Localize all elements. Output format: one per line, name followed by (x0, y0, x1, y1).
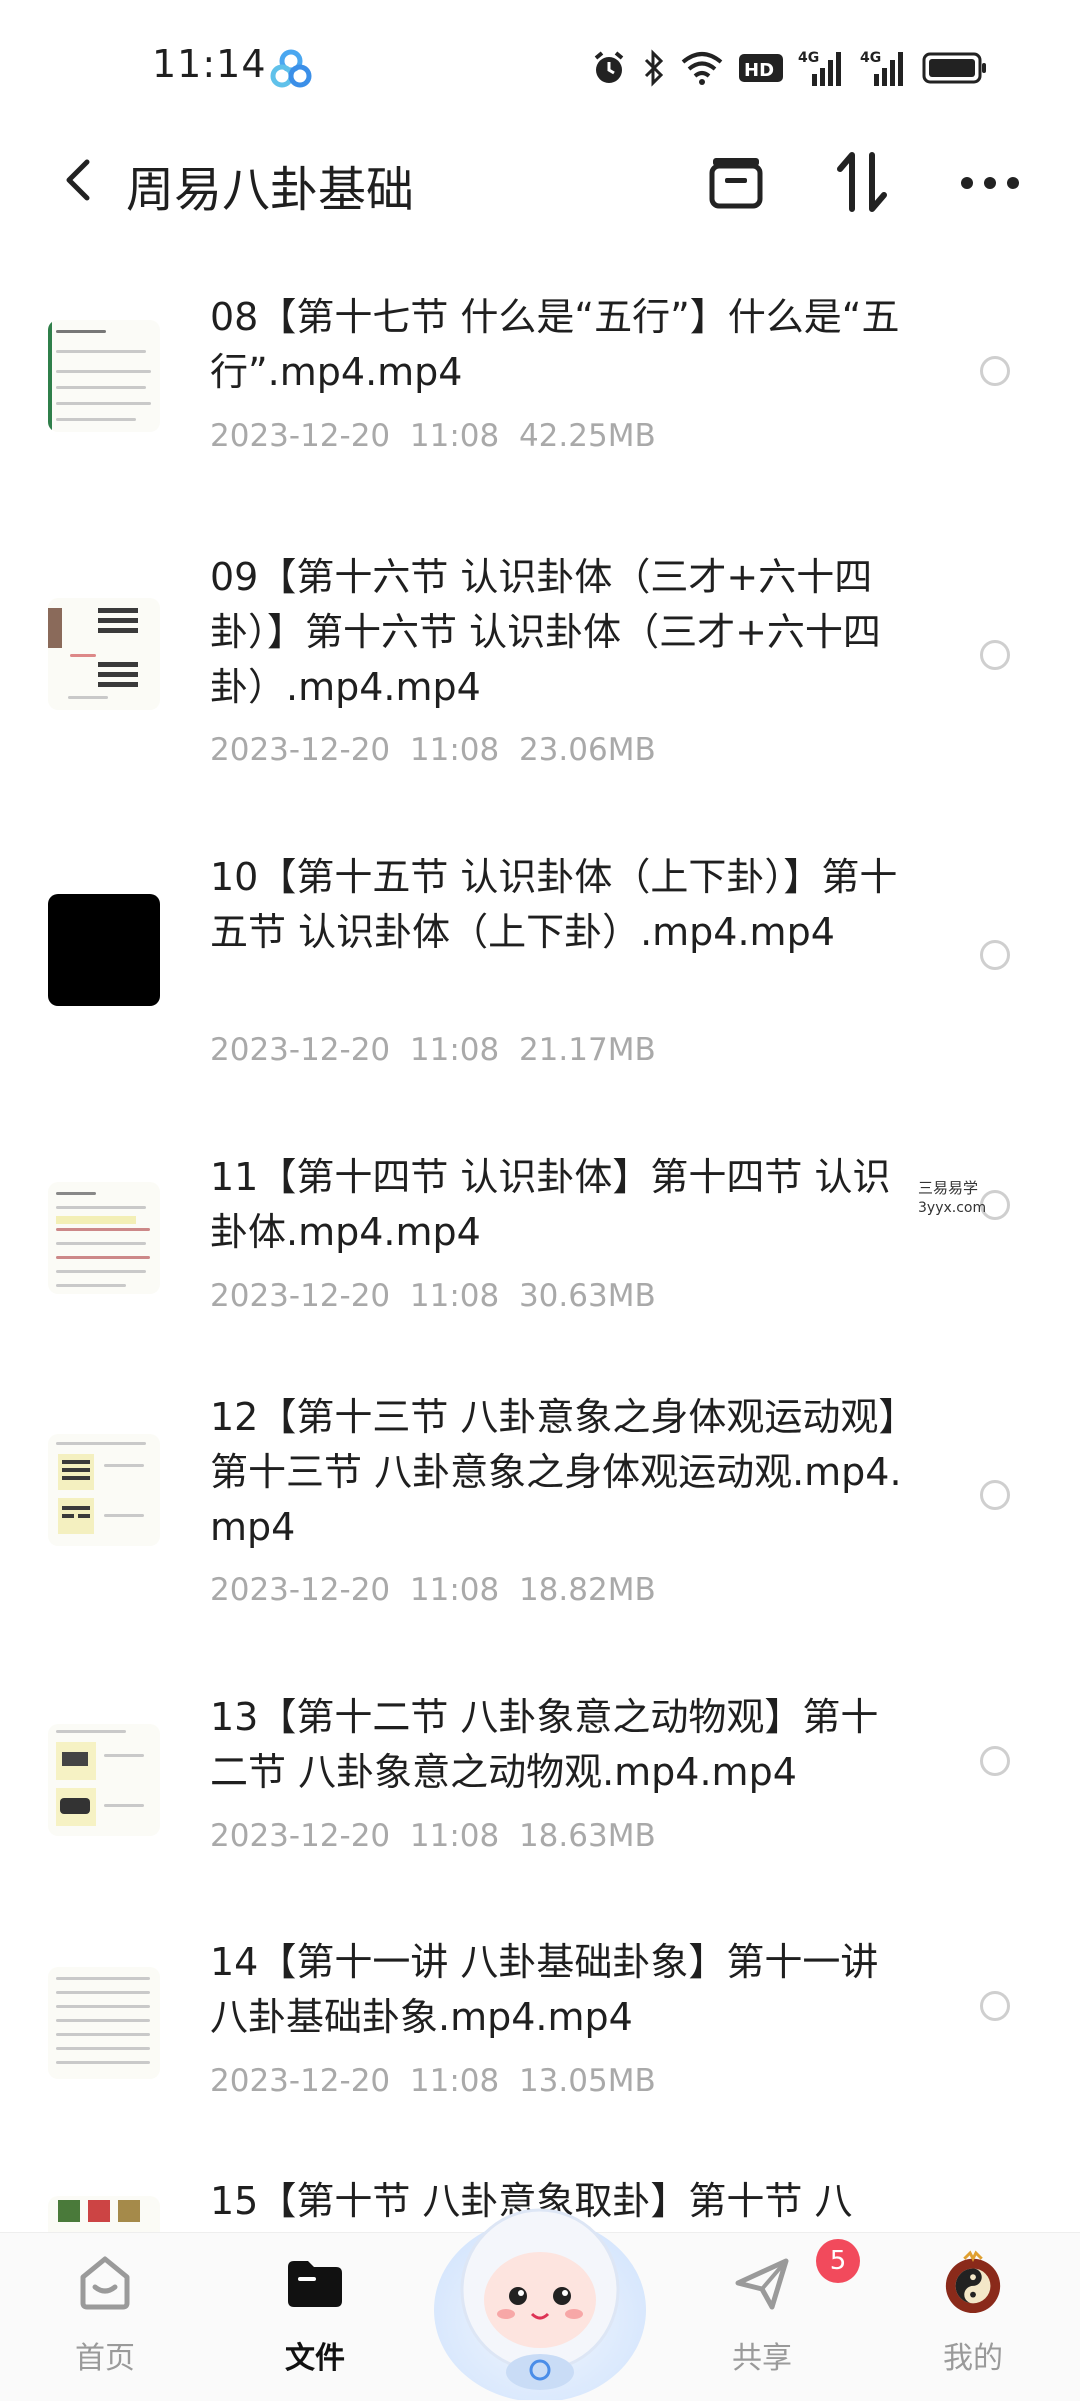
select-radio[interactable] (980, 1991, 1010, 2021)
cloud-app-icon (270, 48, 312, 90)
select-radio[interactable] (980, 640, 1010, 670)
select-box-icon (707, 154, 765, 214)
file-time: 11:08 (409, 1818, 500, 1854)
file-date: 2023-12-20 (210, 418, 391, 454)
sort-icon (836, 151, 888, 217)
file-date: 2023-12-20 (210, 732, 391, 768)
nav-mine[interactable]: 我的 (903, 2250, 1043, 2377)
more-icon (960, 175, 1020, 194)
more-button[interactable] (954, 148, 1026, 220)
signal-4g-icon: 4G (860, 48, 908, 88)
status-time: 11:14 (152, 42, 267, 86)
nav-share[interactable]: 5 共享 (692, 2239, 860, 2377)
file-name: 13【第十二节 八卦象意之动物观】第十二节 八卦象意之动物观.mp4.mp4 (210, 1695, 879, 1794)
file-time: 11:08 (409, 2063, 500, 2099)
chevron-left-icon (61, 156, 95, 208)
file-date: 2023-12-20 (210, 1818, 391, 1854)
signal-4g-icon: 4G (798, 48, 846, 88)
file-name: 11【第十四节 认识卦体】第十四节 认识卦体.mp4.mp4 (210, 1155, 891, 1254)
hd-icon: HD (738, 51, 784, 85)
file-size: 13.05MB (518, 2063, 656, 2099)
video-thumbnail (48, 320, 160, 432)
file-meta: 2023-12-20 11:08 42.25MB (210, 418, 656, 454)
select-radio[interactable] (980, 1480, 1010, 1510)
battery-icon (922, 52, 988, 84)
watermark-line1: 三易易学 (918, 1179, 979, 1197)
mascot-button[interactable] (430, 2172, 650, 2402)
video-thumbnail (48, 2196, 160, 2232)
home-icon (73, 2251, 137, 2315)
list-item[interactable]: 14【第十一讲 八卦基础卦象】第十一讲 八卦基础卦象.mp4.mp4 2023-… (0, 1915, 1080, 2135)
nav-home-label: 首页 (75, 2341, 135, 2376)
folder-icon (283, 2251, 347, 2315)
file-name: 10【第十五节 认识卦体（上下卦）】第十五节 认识卦体（上下卦）.mp4.mp4 (210, 855, 898, 954)
file-size: 21.17MB (518, 1032, 656, 1068)
watermark: 三易易学 3yyx.com (918, 1178, 986, 1218)
file-name: 12【第十三节 八卦意象之身体观运动观】第十三节 八卦意象之身体观运动观.mp4… (210, 1395, 902, 1549)
file-time: 11:08 (409, 1278, 500, 1314)
file-time: 11:08 (409, 1572, 500, 1608)
header: 周易八卦基础 (0, 130, 1080, 240)
nav-files[interactable]: 文件 (245, 2251, 385, 2377)
svg-text:4G: 4G (798, 50, 819, 66)
select-box-button[interactable] (700, 148, 772, 220)
video-thumbnail (48, 1434, 160, 1546)
file-meta: 2023-12-20 11:08 30.63MB (210, 1278, 656, 1314)
select-radio[interactable] (980, 1746, 1010, 1776)
file-date: 2023-12-20 (210, 2063, 391, 2099)
svg-text:4G: 4G (860, 50, 881, 66)
video-thumbnail (48, 894, 160, 1006)
file-size: 18.82MB (518, 1572, 656, 1608)
back-button[interactable] (48, 152, 108, 212)
file-size: 23.06MB (518, 732, 656, 768)
file-meta: 2023-12-20 11:08 23.06MB (210, 732, 656, 768)
list-item[interactable]: 09【第十六节 认识卦体（三才+六十四卦）】第十六节 认识卦体（三才+六十四卦）… (0, 530, 1080, 790)
file-meta: 2023-12-20 11:08 21.17MB (210, 1032, 656, 1068)
file-name: 09【第十六节 认识卦体（三才+六十四卦）】第十六节 认识卦体（三才+六十四卦）… (210, 555, 881, 709)
file-time: 11:08 (409, 732, 500, 768)
file-date: 2023-12-20 (210, 1278, 391, 1314)
wifi-icon (680, 50, 724, 86)
status-bar: 11:14 HD 4G 4G (0, 0, 1080, 130)
file-name: 08【第十七节 什么是“五行”】什么是“五行”.mp4.mp4 (210, 295, 900, 394)
video-thumbnail (48, 598, 160, 710)
file-time: 11:08 (409, 418, 500, 454)
list-item[interactable]: 12【第十三节 八卦意象之身体观运动观】第十三节 八卦意象之身体观运动观.mp4… (0, 1370, 1080, 1630)
file-size: 42.25MB (518, 418, 656, 454)
video-thumbnail (48, 1724, 160, 1836)
share-badge: 5 (816, 2239, 860, 2283)
file-meta: 2023-12-20 11:08 18.63MB (210, 1818, 656, 1854)
nav-share-label: 共享 (732, 2341, 792, 2376)
file-date: 2023-12-20 (210, 1572, 391, 1608)
file-date: 2023-12-20 (210, 1032, 391, 1068)
alarm-icon (590, 49, 628, 87)
nav-files-label: 文件 (285, 2341, 345, 2376)
list-item[interactable]: 10【第十五节 认识卦体（上下卦）】第十五节 认识卦体（上下卦）.mp4.mp4… (0, 830, 1080, 1090)
file-size: 30.63MB (518, 1278, 656, 1314)
svg-text:HD: HD (744, 60, 774, 81)
file-size: 18.63MB (518, 1818, 656, 1854)
list-item[interactable]: 13【第十二节 八卦象意之动物观】第十二节 八卦象意之动物观.mp4.mp4 2… (0, 1670, 1080, 1890)
watermark-line2: 3yyx.com (918, 1200, 987, 1216)
sort-button[interactable] (826, 148, 898, 220)
file-name: 14【第十一讲 八卦基础卦象】第十一讲 八卦基础卦象.mp4.mp4 (210, 1940, 879, 2039)
bluetooth-icon (642, 49, 666, 87)
select-radio[interactable] (980, 356, 1010, 386)
file-meta: 2023-12-20 11:08 13.05MB (210, 2063, 656, 2099)
video-thumbnail (48, 1182, 160, 1294)
nav-mine-label: 我的 (943, 2341, 1003, 2376)
page-title: 周易八卦基础 (126, 162, 415, 218)
file-meta: 2023-12-20 11:08 18.82MB (210, 1572, 656, 1608)
list-item[interactable]: 11【第十四节 认识卦体】第十四节 认识卦体.mp4.mp4 2023-12-2… (0, 1130, 1080, 1350)
file-time: 11:08 (409, 1032, 500, 1068)
avatar (941, 2250, 1005, 2315)
video-thumbnail (48, 1967, 160, 2079)
send-icon: 5 (730, 2239, 860, 2315)
list-item[interactable]: 08【第十七节 什么是“五行”】什么是“五行”.mp4.mp4 2023-12-… (0, 260, 1080, 480)
nav-home[interactable]: 首页 (35, 2251, 175, 2377)
select-radio[interactable] (980, 940, 1010, 970)
